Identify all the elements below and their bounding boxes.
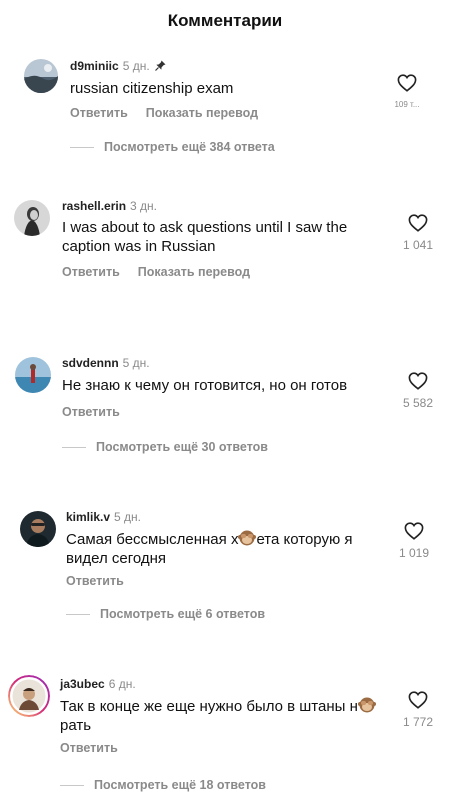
replies-divider <box>60 785 84 787</box>
comment-text: Не знаю к чему он готовится, но он готов <box>62 377 348 394</box>
heart-outline-icon <box>408 691 428 709</box>
see-no-evil-monkey-emoji <box>357 696 376 714</box>
comment-text: russian citizenship exam <box>70 80 234 97</box>
comment-age: 5 дн. <box>114 510 142 524</box>
view-replies-button[interactable]: Посмотреть ещё 6 ответов <box>66 607 265 621</box>
translate-button[interactable]: Показать перевод <box>138 265 250 279</box>
avatar[interactable] <box>24 59 58 93</box>
reply-button[interactable]: Ответить <box>62 405 120 419</box>
view-replies-button[interactable]: Посмотреть ещё 30 ответов <box>62 440 268 454</box>
comment-text: I was about to ask questions until I saw… <box>62 219 348 255</box>
avatar[interactable] <box>20 511 56 547</box>
reply-button[interactable]: Ответить <box>70 106 128 120</box>
reply-button[interactable]: Ответить <box>66 574 124 588</box>
pin-icon <box>154 60 166 74</box>
replies-divider <box>62 447 86 449</box>
page-title: Комментарии <box>167 11 283 30</box>
comment-text-part: Самая бессмысленная х <box>66 531 239 548</box>
heart-outline-icon <box>397 74 417 92</box>
view-replies-label: Посмотреть ещё 30 ответов <box>96 440 268 454</box>
translate-button[interactable]: Показать перевод <box>146 106 258 120</box>
comments-header: Комментарии <box>0 0 450 44</box>
like-button[interactable]: 1 019 <box>391 522 437 560</box>
reply-button[interactable]: Ответить <box>60 741 118 755</box>
comment-username[interactable]: d9miniic <box>70 59 119 73</box>
see-no-evil-monkey-emoji <box>238 529 257 547</box>
avatar[interactable] <box>15 357 51 393</box>
comment-username[interactable]: kimlik.v <box>66 510 110 524</box>
comment-text: Самая бессмысленная х ета которую я видел… <box>66 529 386 568</box>
comment-username[interactable]: sdvdennn <box>62 356 119 370</box>
like-button[interactable]: 1 772 <box>395 691 441 729</box>
comment-text-part: Так в конце же еще нужно было в штаны н <box>60 698 358 715</box>
view-replies-label: Посмотреть ещё 18 ответов <box>94 778 266 792</box>
comment-age: 3 дн. <box>130 199 158 213</box>
view-replies-button[interactable]: Посмотреть ещё 384 ответа <box>70 140 275 154</box>
avatar[interactable] <box>8 675 50 717</box>
comment-text-part: рать <box>60 717 92 734</box>
like-button[interactable]: 1 041 <box>395 214 441 252</box>
view-replies-label: Посмотреть ещё 6 ответов <box>100 607 266 621</box>
like-count: 1 772 <box>402 715 434 729</box>
like-button[interactable]: 5 582 <box>395 372 441 410</box>
view-replies-label: Посмотреть ещё 384 ответа <box>104 140 275 154</box>
heart-outline-icon <box>408 372 428 390</box>
comment-text: Так в конце же еще нужно было в штаны н р… <box>60 696 390 735</box>
like-count: 1 041 <box>402 238 434 252</box>
comment-username[interactable]: ja3ubec <box>60 677 105 691</box>
replies-divider <box>70 147 94 149</box>
heart-outline-icon <box>404 522 424 540</box>
avatar[interactable] <box>14 200 50 236</box>
replies-divider <box>66 614 90 616</box>
like-button[interactable]: 109 т... <box>384 74 430 109</box>
reply-button[interactable]: Ответить <box>62 265 120 279</box>
comment-age: 5 дн. <box>122 356 150 370</box>
like-count: 109 т... <box>394 100 420 109</box>
view-replies-button[interactable]: Посмотреть ещё 18 ответов <box>60 778 266 792</box>
like-count: 1 019 <box>398 546 430 560</box>
comment-age: 6 дн. <box>108 677 136 691</box>
like-count: 5 582 <box>402 396 434 410</box>
heart-outline-icon <box>408 214 428 232</box>
comment-username[interactable]: rashell.erin <box>62 199 126 213</box>
comment-age: 5 дн. <box>122 59 150 73</box>
